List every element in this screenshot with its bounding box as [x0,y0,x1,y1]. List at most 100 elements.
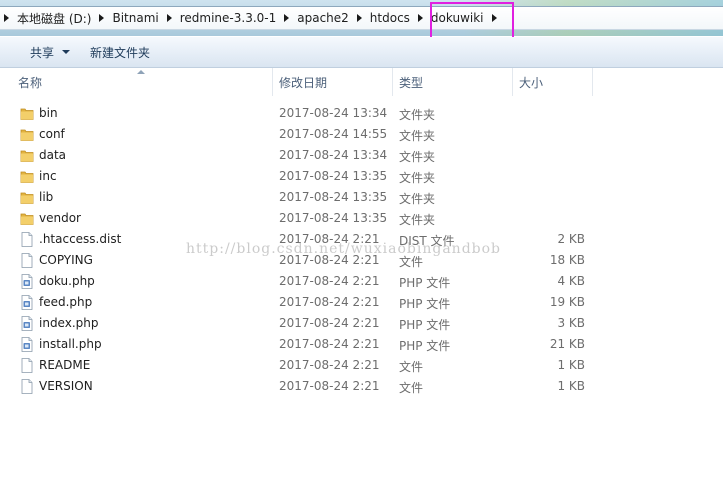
file-date: 2017-08-24 2:21 [279,274,380,288]
column-header-date[interactable]: 修改日期 [273,68,393,96]
file-type: 文件夹 [399,213,436,227]
file-name[interactable]: COPYING [39,253,93,267]
breadcrumb-label[interactable]: redmine-3.3.0-1 [176,11,281,25]
file-row[interactable]: README 2017-08-24 2:21 文件 1 KB [0,355,723,376]
file-date: 2017-08-24 13:35 [279,190,388,204]
folder-icon [20,211,34,226]
chevron-right-icon[interactable] [280,7,293,29]
file-date: 2017-08-24 13:34 [279,148,388,162]
file-type: 文件夹 [399,129,436,143]
breadcrumb-root-arrow[interactable] [0,7,13,29]
breadcrumb-item-dokuwiki[interactable]: dokuwiki [427,7,501,29]
file-date: 2017-08-24 13:35 [279,211,388,225]
breadcrumb-label[interactable]: dokuwiki [427,11,488,25]
file-name[interactable]: feed.php [39,295,92,309]
breadcrumb-item-redmine[interactable]: redmine-3.3.0-1 [176,7,294,29]
chevron-down-icon [62,50,71,54]
file-name[interactable]: index.php [39,316,98,330]
file-date: 2017-08-24 2:21 [279,316,380,330]
file-date: 2017-08-24 2:21 [279,337,380,351]
file-icon [20,232,34,247]
chevron-right-icon[interactable] [414,7,427,29]
file-type: PHP 文件 [399,339,451,353]
file-row[interactable]: doku.php 2017-08-24 2:21 PHP 文件 4 KB [0,271,723,292]
file-size: 1 KB [557,379,585,393]
file-size: 19 KB [549,295,585,309]
breadcrumb-label[interactable]: Bitnami [108,11,162,25]
file-date: 2017-08-24 2:21 [279,295,380,309]
file-date: 2017-08-24 2:21 [279,358,380,372]
file-row[interactable]: vendor 2017-08-24 13:35 文件夹 [0,208,723,229]
php-file-icon [20,316,34,331]
file-type: 文件夹 [399,192,436,206]
php-file-icon [20,337,34,352]
file-row[interactable]: bin 2017-08-24 13:34 文件夹 [0,103,723,124]
breadcrumb-item-apache2[interactable]: apache2 [293,7,366,29]
chevron-right-icon[interactable] [0,7,13,29]
file-type: DIST 文件 [399,234,455,248]
column-header-size[interactable]: 大小 [513,68,593,96]
file-name[interactable]: VERSION [39,379,93,393]
file-row[interactable]: .htaccess.dist 2017-08-24 2:21 DIST 文件 2 KB [0,229,723,250]
file-row[interactable]: feed.php 2017-08-24 2:21 PHP 文件 19 KB [0,292,723,313]
file-size: 1 KB [557,358,585,372]
file-type: 文件 [399,255,424,269]
file-name[interactable]: install.php [39,337,102,351]
file-name[interactable]: .htaccess.dist [39,232,121,246]
file-row[interactable]: COPYING 2017-08-24 2:21 文件 18 KB [0,250,723,271]
file-list: bin 2017-08-24 13:34 文件夹 conf 2017-08-24 14:… [0,103,723,397]
chevron-right-icon[interactable] [488,7,501,29]
chevron-right-icon[interactable] [163,7,176,29]
file-name[interactable]: inc [39,169,57,183]
file-name[interactable]: vendor [39,211,81,225]
file-name[interactable]: conf [39,127,65,141]
column-header-name[interactable]: 名称 [0,68,273,96]
folder-icon [20,169,34,184]
command-bar: 共享 新建文件夹 [0,37,723,68]
file-type: 文件 [399,360,424,374]
breadcrumb-item-drive[interactable]: 本地磁盘 (D:) [13,7,108,29]
breadcrumb-label[interactable]: apache2 [293,11,353,25]
breadcrumb-item-bitnami[interactable]: Bitnami [108,7,175,29]
file-type: 文件夹 [399,171,436,185]
file-name[interactable]: lib [39,190,53,204]
breadcrumb-label[interactable]: 本地磁盘 (D:) [13,10,95,27]
file-name[interactable]: doku.php [39,274,95,288]
column-header-type[interactable]: 类型 [393,68,513,96]
file-size: 2 KB [557,232,585,246]
file-date: 2017-08-24 2:21 [279,379,380,393]
file-row[interactable]: data 2017-08-24 13:34 文件夹 [0,145,723,166]
chevron-right-icon[interactable] [353,7,366,29]
file-row[interactable]: lib 2017-08-24 13:35 文件夹 [0,187,723,208]
breadcrumb-item-htdocs[interactable]: htdocs [366,7,427,29]
file-size: 21 KB [549,337,585,351]
file-row[interactable]: install.php 2017-08-24 2:21 PHP 文件 21 KB [0,334,723,355]
file-type: PHP 文件 [399,276,451,290]
file-type: 文件夹 [399,150,436,164]
chevron-right-icon[interactable] [95,7,108,29]
file-row[interactable]: VERSION 2017-08-24 2:21 文件 1 KB [0,376,723,397]
file-date: 2017-08-24 13:34 [279,106,388,120]
file-date: 2017-08-24 14:55 [279,127,388,141]
file-date: 2017-08-24 13:35 [279,169,388,183]
breadcrumb-label[interactable]: htdocs [366,11,414,25]
file-icon [20,358,34,373]
file-size: 18 KB [549,253,585,267]
share-button[interactable]: 共享 [22,41,78,63]
php-file-icon [20,295,34,310]
file-type: PHP 文件 [399,318,451,332]
file-row[interactable]: index.php 2017-08-24 2:21 PHP 文件 3 KB [0,313,723,334]
new-folder-button[interactable]: 新建文件夹 [82,41,158,63]
column-label: 名称 [18,75,43,90]
file-row[interactable]: conf 2017-08-24 14:55 文件夹 [0,124,723,145]
file-row[interactable]: inc 2017-08-24 13:35 文件夹 [0,166,723,187]
address-bar: 本地磁盘 (D:) Bitnami redmine-3.3.0-1 apache… [0,0,723,40]
breadcrumb[interactable]: 本地磁盘 (D:) Bitnami redmine-3.3.0-1 apache… [0,6,723,30]
file-date: 2017-08-24 2:21 [279,253,380,267]
file-name[interactable]: bin [39,106,58,120]
file-name[interactable]: data [39,148,66,162]
folder-icon [20,127,34,142]
file-icon [20,379,34,394]
column-label: 修改日期 [279,75,328,90]
file-name[interactable]: README [39,358,90,372]
